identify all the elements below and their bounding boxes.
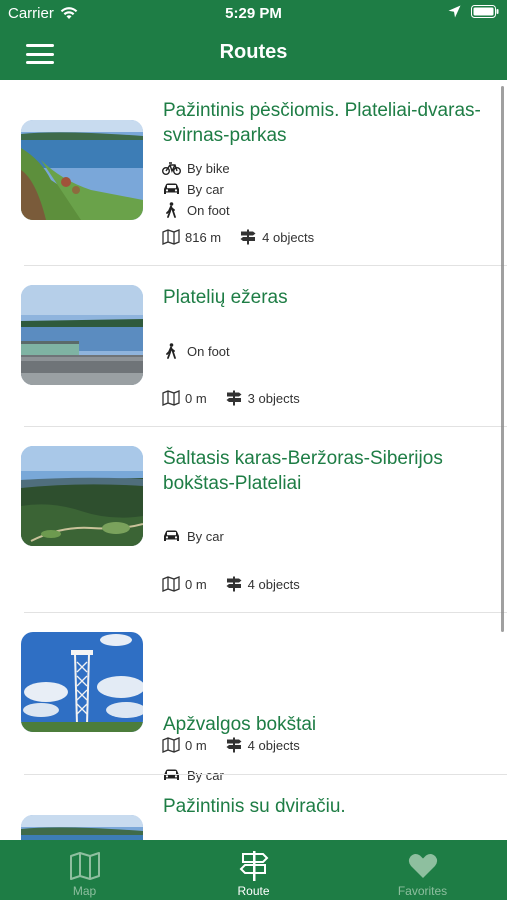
mode-label: By car [187,528,224,544]
map-icon [162,576,180,592]
signpost-icon [226,737,242,753]
mode-walk: On foot [162,343,230,359]
route-objects: 4 objects [247,737,300,753]
mode-label: By bike [187,160,230,176]
map-icon [162,390,180,406]
route-thumbnail [21,632,143,732]
map-icon [162,229,180,245]
route-title: Platelių ežeras [163,287,288,308]
route-thumbnail [21,446,143,546]
route-list[interactable]: Pažintinis pėsčiomis. Plateliai-dvaras-s… [0,80,507,840]
navigation-bar: Routes [0,28,507,80]
route-stats: 0 m 4 objects [162,737,300,753]
map-icon [69,852,100,880]
mode-label: On foot [187,343,230,359]
walk-icon [166,343,176,359]
tab-label: Route [237,884,270,898]
car-icon [164,183,179,194]
route-item[interactable]: Platelių ežeras On foot 0 m 3 objects [0,266,507,427]
route-stats: 0 m 4 objects [162,576,300,592]
route-thumbnail [21,815,143,840]
bike-icon [162,162,181,175]
signpost-icon [240,229,256,245]
status-time: 5:29 PM [225,5,282,22]
mode-label: On foot [187,202,230,218]
route-distance: 0 m [185,737,207,753]
lake-viewpoint-photo [21,285,143,385]
route-title: Pažintinis pėsčiomis. Plateliai-dvaras-s… [163,100,481,146]
walk-icon [166,202,176,218]
tab-favorites[interactable]: Favorites [338,840,507,900]
location-arrow-icon [448,5,461,18]
page-title: Routes [219,41,288,63]
scrollbar[interactable] [501,86,504,632]
route-item[interactable]: Šaltasis karas-Beržoras-Siberijos bokšta… [0,427,507,613]
route-stats: 816 m 4 objects [162,229,314,245]
lake-photo [21,120,143,220]
signpost-icon [226,576,242,592]
tab-route[interactable]: Route [169,840,338,900]
route-objects: 4 objects [247,576,300,592]
route-title: Pažintinis su dviračiu. [163,796,346,817]
route-distance: 0 m [185,390,207,406]
car-icon [164,530,179,541]
signpost-icon [226,390,242,406]
heart-icon [408,853,437,878]
route-item[interactable]: Pažintinis pėsčiomis. Plateliai-dvaras-s… [0,80,507,266]
route-item[interactable]: Apžvalgos bokštai By car 0 m 4 objects [0,613,507,783]
battery-icon [471,5,499,18]
route-objects: 4 objects [262,229,315,245]
forest-photo [21,446,143,546]
route-distance: 816 m [185,229,222,245]
route-title: Šaltasis karas-Beržoras-Siberijos bokšta… [163,448,443,494]
observation-tower-photo [21,632,143,732]
tab-bar: Map Route Favorites [0,840,507,900]
status-bar: Carrier 5:29 PM [0,0,507,28]
route-thumbnail [21,285,143,385]
signpost-icon [239,851,268,881]
route-thumbnail [21,120,143,220]
map-icon [162,737,180,753]
tab-map[interactable]: Map [0,840,169,900]
mode-bike: By bike [162,160,230,176]
mode-car: By car [162,181,224,197]
route-stats: 0 m 3 objects [162,390,300,406]
route-title: Apžvalgos bokštai [163,714,317,735]
lake-photo [21,815,143,840]
tab-label: Map [72,884,97,898]
mode-car: By car [162,528,224,544]
tab-label: Favorites [397,884,448,898]
mode-walk: On foot [162,202,230,218]
route-objects: 3 objects [247,390,300,406]
route-item[interactable]: Pažintinis su dviračiu. [0,775,507,840]
route-distance: 0 m [185,576,207,592]
mode-label: By car [187,181,224,197]
